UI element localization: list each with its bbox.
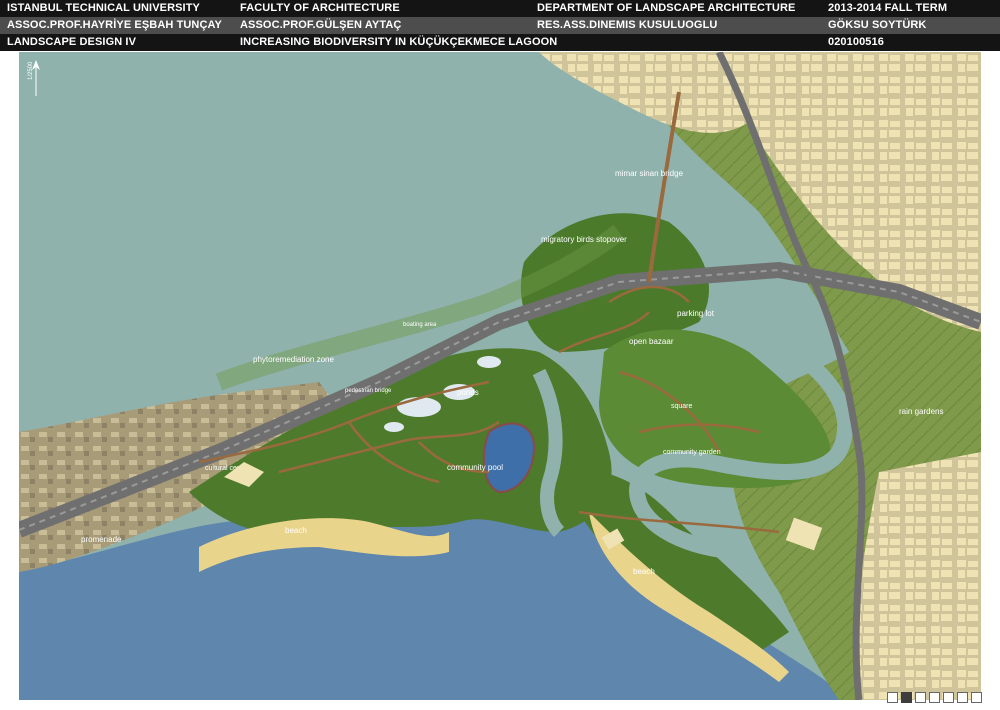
map-label-phytoremediation: phytoremediation zone bbox=[253, 355, 334, 364]
student-number: 020100516 bbox=[828, 36, 884, 48]
university-name: ISTANBUL TECHNICAL UNIVERSITY bbox=[7, 2, 200, 14]
course-name: LANDSCAPE DESIGN IV bbox=[7, 36, 137, 48]
map-label-beach-east: beach bbox=[633, 567, 655, 576]
pond-4 bbox=[384, 422, 404, 432]
map-label-pedestrian-bridge: pedestrian bridge bbox=[345, 388, 392, 394]
map-label-rain-gardens: rain gardens bbox=[899, 407, 943, 416]
assistant-name: RES.ASS.DINEMIS KUSULUOGLU bbox=[537, 19, 718, 31]
pager-box-1[interactable] bbox=[887, 692, 898, 703]
instructor-2: ASSOC.PROF.GÜLŞEN AYTAÇ bbox=[240, 19, 402, 31]
pager-box-3[interactable] bbox=[915, 692, 926, 703]
pond-3 bbox=[477, 356, 501, 368]
sheet-pager bbox=[887, 692, 982, 703]
title-row-3: LANDSCAPE DESIGN IV INCREASING BIODIVERS… bbox=[0, 34, 1000, 51]
pager-box-7[interactable] bbox=[971, 692, 982, 703]
faculty-name: FACULTY OF ARCHITECTURE bbox=[240, 2, 400, 14]
title-block: ISTANBUL TECHNICAL UNIVERSITY FACULTY OF… bbox=[0, 0, 1000, 51]
project-title: INCREASING BIODIVERSITY IN KÜÇÜKÇEKMECE … bbox=[240, 36, 558, 48]
map-label-migratory-birds: migratory birds stopover bbox=[541, 235, 627, 244]
map-label-open-bazaar: open bazaar bbox=[629, 337, 674, 346]
map-label-parking-lot: parking lot bbox=[677, 309, 715, 318]
title-row-1: ISTANBUL TECHNICAL UNIVERSITY FACULTY OF… bbox=[0, 0, 1000, 17]
student-name: GÖKSU SOYTÜRK bbox=[828, 19, 927, 31]
pager-box-4[interactable] bbox=[929, 692, 940, 703]
map-label-promenade: promenade bbox=[81, 535, 122, 544]
pager-box-6[interactable] bbox=[957, 692, 968, 703]
pager-box-5[interactable] bbox=[943, 692, 954, 703]
pond-1 bbox=[397, 397, 441, 417]
term-label: 2013-2014 FALL TERM bbox=[828, 2, 948, 14]
scale-label: 1/2500 bbox=[28, 61, 34, 80]
pager-box-2[interactable] bbox=[901, 692, 912, 703]
map-label-square: square bbox=[671, 403, 693, 410]
map-label-community-pool: community pool bbox=[447, 463, 503, 472]
map-label-boating-area: boating area bbox=[403, 322, 437, 328]
instructor-1: ASSOC.PROF.HAYRİYE EŞBAH TUNÇAY bbox=[7, 19, 222, 31]
map-label-beach-west: beach bbox=[285, 526, 307, 535]
map-label-mimar-sinan-bridge: mimar sinan bridge bbox=[615, 169, 684, 178]
map-label-ponds: ponds bbox=[457, 388, 479, 397]
site-plan: mimar sinan bridge migratory birds stopov… bbox=[19, 52, 981, 700]
map-label-community-garden: community garden bbox=[663, 449, 721, 456]
department-name: DEPARTMENT OF LANDSCAPE ARCHITECTURE bbox=[537, 2, 796, 14]
site-plan-drawing: mimar sinan bridge migratory birds stopov… bbox=[19, 52, 981, 700]
title-row-2: ASSOC.PROF.HAYRİYE EŞBAH TUNÇAY ASSOC.PR… bbox=[0, 17, 1000, 34]
